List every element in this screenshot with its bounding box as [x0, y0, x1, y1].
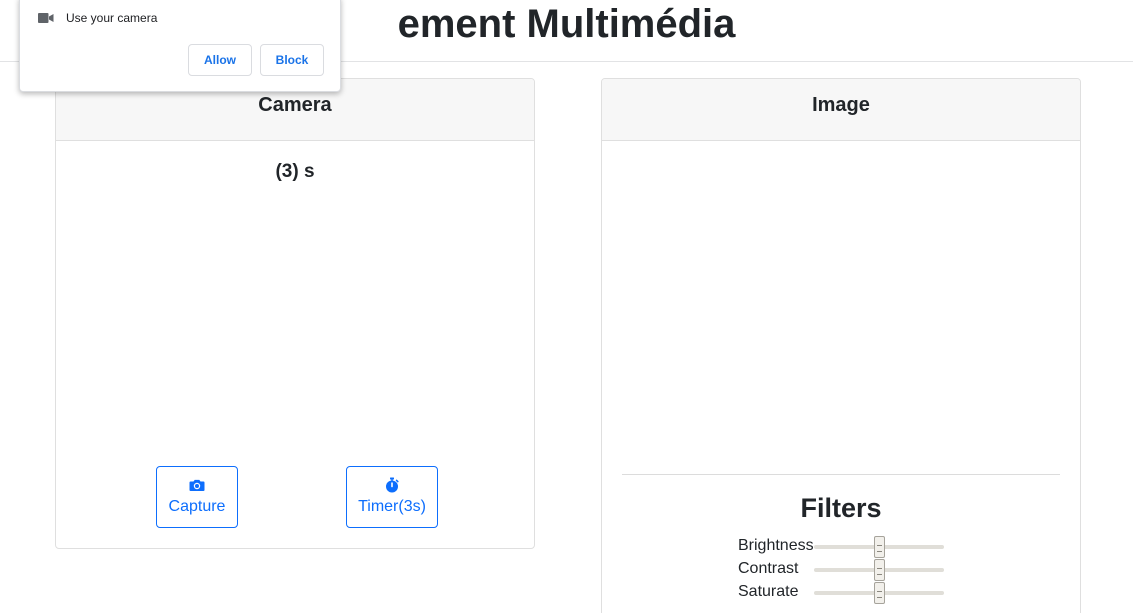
brightness-filter: Brightness	[738, 535, 948, 558]
contrast-filter: Contrast	[738, 558, 948, 581]
filters-title: Filters	[800, 493, 882, 523]
countdown-text: (3) s	[275, 161, 315, 182]
camera-permission-prompt: Use your camera Allow Block	[19, 0, 341, 92]
saturate-filter: Saturate	[738, 581, 948, 604]
capture-button[interactable]: Capture	[156, 466, 238, 528]
brightness-slider[interactable]	[814, 536, 944, 558]
saturate-label: Saturate	[738, 583, 799, 600]
image-card: Image Filters Brightness Contrast Satura…	[601, 78, 1081, 613]
brightness-label: Brightness	[738, 537, 814, 554]
video-camera-icon	[38, 13, 54, 23]
camera-card: Camera (3) s Capture Timer(3s)	[55, 78, 535, 549]
timer-button-label: Timer(3s)	[358, 498, 426, 515]
capture-button-label: Capture	[168, 498, 226, 515]
camera-icon	[189, 479, 205, 491]
image-card-header: Image	[602, 79, 1080, 141]
allow-button[interactable]: Allow	[188, 44, 252, 76]
contrast-slider[interactable]	[814, 559, 944, 581]
contrast-label: Contrast	[738, 560, 799, 577]
timer-button[interactable]: Timer(3s)	[346, 466, 438, 528]
block-button[interactable]: Block	[260, 44, 324, 76]
filters-divider	[622, 474, 1060, 475]
page: ement Multimédia Camera (3) s Capture Ti…	[0, 0, 1133, 613]
stopwatch-icon	[386, 477, 399, 493]
contrast-slider-thumb[interactable]	[873, 559, 885, 581]
permission-message: Use your camera	[66, 11, 158, 25]
saturate-slider-thumb[interactable]	[873, 582, 885, 604]
brightness-slider-thumb[interactable]	[873, 536, 885, 558]
saturate-slider[interactable]	[814, 582, 944, 604]
